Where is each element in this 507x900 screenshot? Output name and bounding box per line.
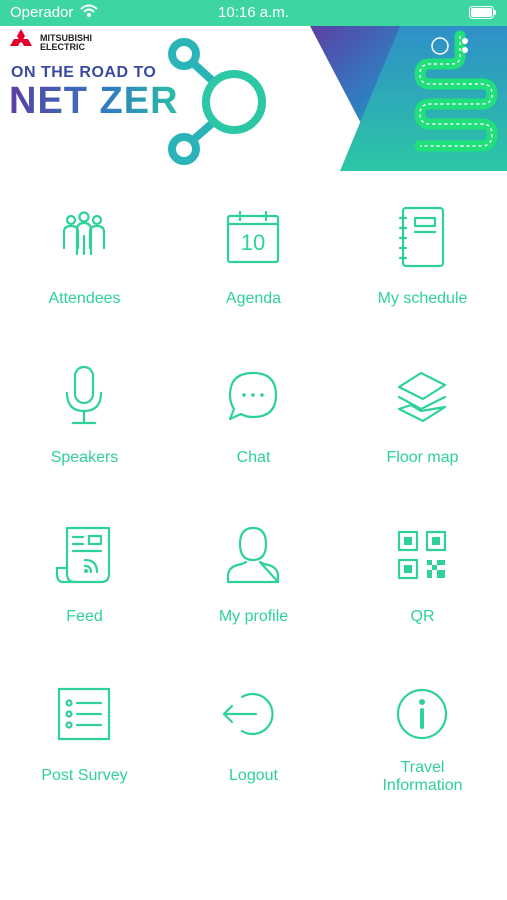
headline-main: NET ZER [9, 80, 179, 122]
chat-bubble-icon [228, 371, 278, 421]
menu-label: Travel Information [338, 759, 507, 795]
news-feed-icon [55, 526, 111, 584]
menu-item-chat[interactable]: Chat [169, 349, 338, 489]
menu-item-my-profile[interactable]: My profile [169, 508, 338, 648]
mitsubishi-logo-icon [10, 29, 32, 46]
menu-label: Agenda [225, 290, 282, 307]
menu-item-qr[interactable]: QR [338, 508, 507, 648]
menu-label: Attendees [48, 290, 121, 307]
qr-code-icon [397, 530, 447, 580]
brand-name: MITSUBISHI ELECTRIC [40, 34, 92, 52]
notebook-icon [398, 206, 445, 268]
menu-label: Speakers [50, 449, 119, 466]
menu-item-agenda[interactable]: 10 Agenda [169, 190, 338, 330]
menu-label: Post Survey [41, 767, 128, 784]
menu-item-attendees[interactable]: Attendees [0, 190, 169, 330]
calendar-day: 10 [240, 230, 266, 255]
menu-label-line-1: Travel [400, 759, 445, 776]
menu-label: Floor map [386, 449, 459, 466]
info-icon [396, 688, 448, 740]
user-icon [226, 526, 280, 584]
menu-item-my-schedule[interactable]: My schedule [338, 190, 507, 330]
menu-item-post-survey[interactable]: Post Survey [0, 667, 169, 807]
menu-item-travel-information[interactable]: Travel Information [338, 667, 507, 807]
layers-icon [397, 371, 447, 423]
menu-label: QR [410, 608, 435, 625]
menu-item-feed[interactable]: Feed [0, 508, 169, 648]
menu-label: Feed [66, 608, 103, 625]
event-banner: MITSUBISHI ELECTRIC ON THE ROAD TO NET Z… [0, 26, 507, 171]
menu-label: Logout [229, 767, 278, 784]
menu-item-logout[interactable]: Logout [169, 667, 338, 807]
attendees-icon [62, 211, 106, 256]
menu-label-line-2: Information [382, 777, 463, 794]
menu-item-floor-map[interactable]: Floor map [338, 349, 507, 489]
logout-icon [222, 692, 274, 736]
menu-label: My profile [218, 608, 289, 625]
menu-label: My schedule [377, 290, 468, 307]
clock: 10:16 a.m. [218, 4, 289, 21]
status-bar: Operador 10:16 a.m. [0, 0, 507, 26]
brand-line-2: ELECTRIC [40, 42, 85, 52]
microphone-icon [65, 365, 103, 425]
menu-item-speakers[interactable]: Speakers [0, 349, 169, 489]
survey-list-icon [57, 687, 111, 741]
battery-icon [469, 6, 497, 23]
menu-label: Chat [236, 449, 271, 466]
